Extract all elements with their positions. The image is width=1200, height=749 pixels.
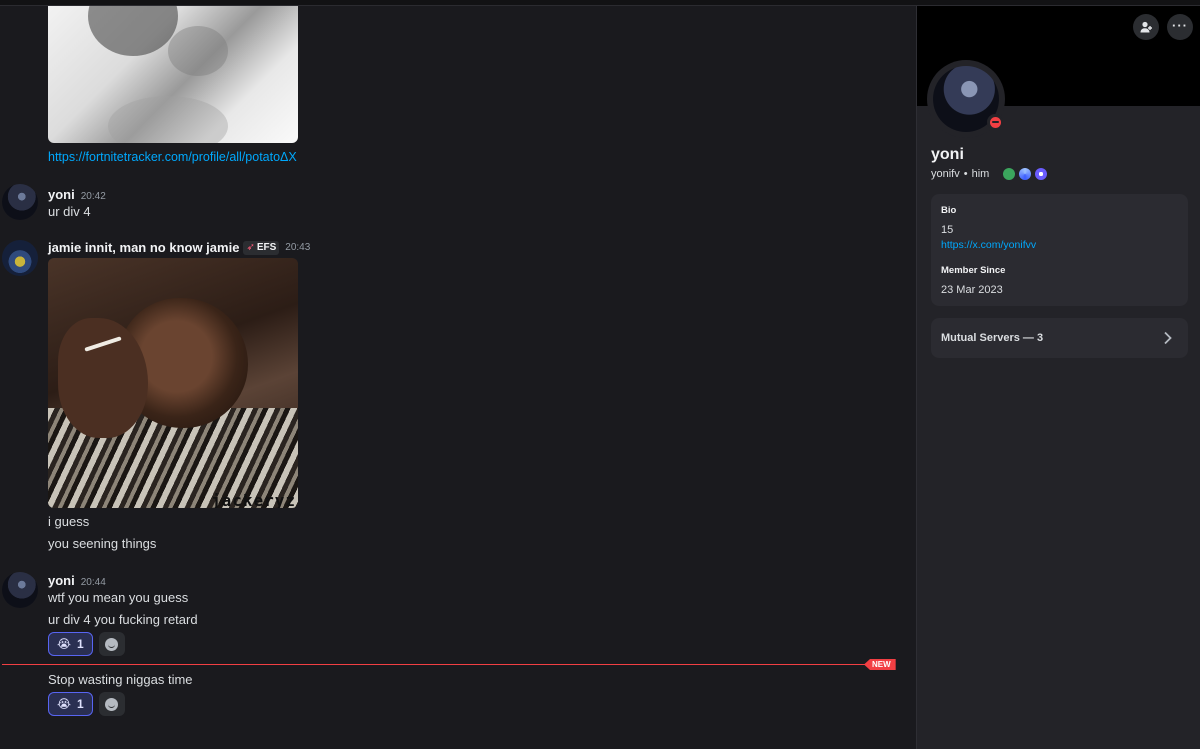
ellipsis-icon: ··· [1172,17,1188,33]
timestamp: 20:43 [285,242,311,253]
mutual-servers-button[interactable]: Mutual Servers — 3 [931,318,1188,358]
reaction-count: 1 [77,637,84,651]
message-text: ur div 4 [48,204,91,219]
loudly-crying-emoji-icon: 😭 [57,697,72,711]
server-tag[interactable]: ➶ EFS [243,240,280,255]
boost-badge-icon[interactable] [1035,168,1048,180]
username[interactable]: yoni [48,187,75,202]
reaction-count: 1 [77,697,84,711]
profile-pronouns: him [971,168,990,180]
chevron-right-icon [1164,331,1172,345]
profile-display-name: yoni [931,146,964,163]
timestamp: 20:44 [80,577,106,588]
member-since-label: Member Since [941,265,1006,276]
reaction-button[interactable]: 😭 1 [48,632,93,656]
profile-username-row: yonifv • him [931,168,1048,180]
mutual-servers-label: Mutual Servers — 3 [941,332,1044,344]
add-friend-icon [1140,21,1152,33]
message-header: jamie innit, man no know jamie ➶ EFS 20:4… [48,240,310,255]
avatar[interactable] [2,572,38,608]
add-friend-button[interactable] [1133,14,1159,40]
rocket-icon: ➶ [246,242,255,253]
reactions-bar: 😭 1 [48,632,125,656]
reaction-button[interactable]: 😭 1 [48,692,93,716]
smile-icon [105,637,119,651]
message-header: yoni 20:44 [48,572,106,590]
username[interactable]: yoni [48,573,75,588]
bio-label: Bio [941,205,957,216]
timestamp: 20:42 [80,191,106,202]
user-profile-panel: ··· yoni yonifv • him Bio 15 https://x.c… [916,6,1200,749]
image-watermark: jackeryz [210,491,296,508]
more-options-button[interactable]: ··· [1167,14,1193,40]
add-reaction-button[interactable] [98,632,125,656]
bio-text: 15 [941,224,954,236]
new-messages-divider [2,664,868,665]
hashtag-badge-icon[interactable] [1003,168,1016,180]
message-link[interactable]: https://fortnitetracker.com/profile/all/… [48,150,297,164]
message-text: Stop wasting niggas time [48,672,193,687]
member-since-date: 23 Mar 2023 [941,284,1003,296]
username[interactable]: jamie innit, man no know jamie [48,240,239,255]
reactions-bar: 😭 1 [48,692,125,716]
bio-link[interactable]: https://x.com/yonifvv [941,239,1036,251]
message-text: ur div 4 you fucking retard [48,612,198,627]
profile-avatar[interactable] [927,60,1005,138]
attachment-image[interactable] [48,6,298,143]
nitro-gear-badge-icon[interactable] [1019,168,1032,180]
loudly-crying-emoji-icon: 😭 [57,637,72,651]
avatar[interactable] [2,184,38,220]
new-messages-badge: NEW [864,659,896,670]
do-not-disturb-status-icon [987,114,1003,130]
message-text: i guess [48,514,90,529]
message-text: wtf you mean you guess [48,590,189,605]
bio-card: Bio 15 https://x.com/yonifvv Member Sinc… [931,194,1188,306]
profile-username[interactable]: yonifv [931,168,960,180]
message-text: you seening things [48,536,157,551]
chat-area[interactable]: https://fortnitetracker.com/profile/all/… [0,6,916,749]
smile-icon [105,697,119,711]
add-reaction-button[interactable] [98,692,125,716]
attachment-image[interactable]: jackeryz [48,258,298,508]
message-header: yoni 20:42 [48,186,106,204]
separator-dot: • [963,168,968,180]
avatar[interactable] [2,240,38,276]
